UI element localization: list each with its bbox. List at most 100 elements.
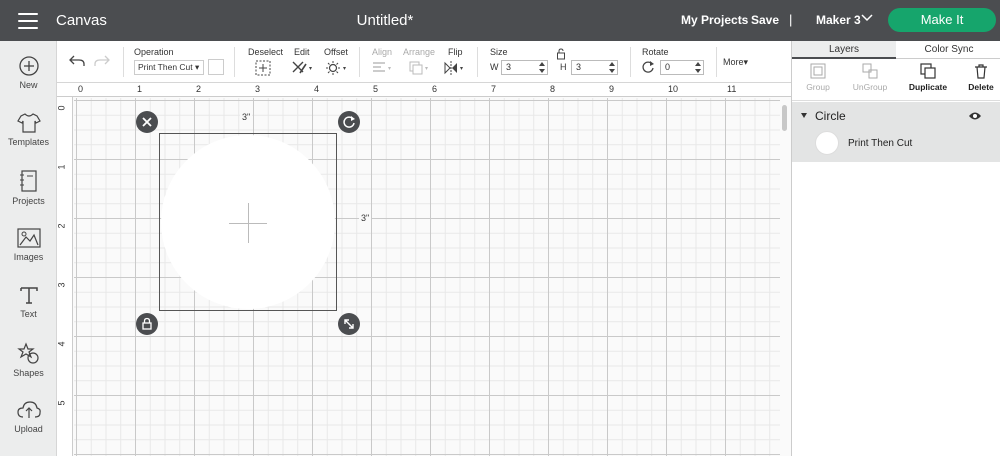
rotate-value: 0 xyxy=(665,62,671,72)
document-title[interactable]: Untitled* xyxy=(330,12,440,29)
toolbar-divider xyxy=(234,47,235,77)
ruler-y-tick: 3 xyxy=(57,282,67,288)
ungroup-button[interactable]: UnGroup xyxy=(844,63,896,92)
offset-icon[interactable] xyxy=(325,60,349,76)
top-separator: | xyxy=(789,12,793,27)
size-label: Size xyxy=(490,47,508,57)
lock-open-icon[interactable] xyxy=(556,48,566,60)
align-label: Align xyxy=(372,47,393,57)
duplicate-button[interactable]: Duplicate xyxy=(902,63,954,92)
sidebar-item-new[interactable]: New xyxy=(0,55,57,110)
sidebar-item-label: Text xyxy=(20,309,37,319)
toolbar-divider xyxy=(123,47,124,77)
group-label: Group xyxy=(806,82,830,92)
redo-icon[interactable] xyxy=(94,54,110,68)
sidebar-item-projects[interactable]: Projects xyxy=(0,169,57,224)
image-icon xyxy=(16,228,41,248)
flip-icon[interactable] xyxy=(443,60,467,76)
hamburger-menu-icon[interactable] xyxy=(18,13,38,29)
app-title: Canvas xyxy=(56,12,107,29)
ruler-x-tick: 10 xyxy=(668,84,679,94)
layer-name: Circle xyxy=(815,109,846,123)
ruler-x-tick: 8 xyxy=(550,84,556,94)
delete-handle[interactable] xyxy=(136,111,158,133)
width-label: W xyxy=(490,62,499,72)
make-it-button[interactable]: Make It xyxy=(888,8,996,32)
ruler-x-tick: 5 xyxy=(373,84,379,94)
lock-handle[interactable] xyxy=(136,313,158,335)
rotate-handle[interactable] xyxy=(338,111,360,133)
notebook-icon xyxy=(19,170,37,192)
sidebar-item-images[interactable]: Images xyxy=(0,227,57,282)
toolbar-divider xyxy=(359,47,360,77)
ruler-y-tick: 4 xyxy=(57,341,67,347)
arrange-icon[interactable] xyxy=(408,60,432,76)
layer-item[interactable]: Print Then Cut xyxy=(792,126,1000,162)
close-icon xyxy=(142,117,152,127)
operation-select[interactable]: Print Then Cut ▾ xyxy=(134,60,204,75)
rotate-icon[interactable] xyxy=(641,60,655,74)
sidebar-item-label: Projects xyxy=(12,196,45,206)
height-dimension-label: 3" xyxy=(359,213,372,223)
rotate-label: Rotate xyxy=(642,47,669,57)
resize-handle[interactable] xyxy=(338,313,360,335)
tab-color-sync[interactable]: Color Sync xyxy=(897,41,1000,59)
deselect-icon[interactable] xyxy=(255,60,271,76)
rotate-input[interactable]: 0 xyxy=(660,60,704,75)
sidebar-item-shapes[interactable]: Shapes xyxy=(0,341,57,396)
eye-icon[interactable] xyxy=(968,111,982,121)
ruler-x-tick: 2 xyxy=(196,84,202,94)
delete-label: Delete xyxy=(968,82,994,92)
undo-icon[interactable] xyxy=(69,54,85,68)
chevron-down-icon[interactable] xyxy=(861,13,873,23)
more-label: More xyxy=(723,57,744,67)
vertical-scrollbar[interactable] xyxy=(782,105,787,131)
caret-down-icon[interactable] xyxy=(801,113,807,118)
ruler-y-tick: 2 xyxy=(57,223,67,229)
duplicate-icon xyxy=(920,63,936,79)
sidebar-item-text[interactable]: Text xyxy=(0,284,57,339)
stepper-icon[interactable] xyxy=(609,62,615,73)
text-icon xyxy=(19,287,38,304)
edit-scissors-icon[interactable] xyxy=(291,60,315,76)
ungroup-icon xyxy=(862,63,878,79)
width-value: 3 xyxy=(506,62,512,72)
sidebar-item-templates[interactable]: Templates xyxy=(0,112,57,167)
height-input[interactable]: 3 xyxy=(571,60,618,75)
group-button[interactable]: Group xyxy=(792,63,844,92)
vertical-ruler: 0 1 2 3 4 5 xyxy=(57,97,73,456)
save-link[interactable]: Save xyxy=(751,13,779,27)
stepper-icon[interactable] xyxy=(539,62,545,73)
stepper-icon[interactable] xyxy=(695,62,701,73)
color-swatch[interactable] xyxy=(208,59,224,75)
align-icon[interactable] xyxy=(371,60,395,76)
deselect-label: Deselect xyxy=(248,47,284,57)
offset-label: Offset xyxy=(324,47,348,57)
shapes-icon xyxy=(16,342,39,364)
ruler-x-tick: 7 xyxy=(491,84,497,94)
arrange-label: Arrange xyxy=(403,47,436,57)
machine-selector[interactable]: Maker 3 xyxy=(816,13,861,27)
delete-button[interactable]: Delete xyxy=(955,63,1000,92)
layer-group-circle[interactable]: Circle Print Then Cut xyxy=(792,102,1000,162)
ruler-y-tick: 5 xyxy=(57,400,67,406)
dropdown-triangle-icon: ▾ xyxy=(195,62,200,72)
width-input[interactable]: 3 xyxy=(501,60,548,75)
rotate-icon xyxy=(343,116,355,128)
height-value: 3 xyxy=(576,62,582,72)
height-label: H xyxy=(560,62,567,72)
edit-label: Edit xyxy=(294,47,310,57)
dropdown-triangle-icon: ▾ xyxy=(743,57,749,67)
lock-icon xyxy=(142,317,152,330)
my-projects-link[interactable]: My Projects xyxy=(681,13,748,27)
tab-layers[interactable]: Layers xyxy=(792,41,896,59)
sidebar-item-label: Templates xyxy=(7,137,50,147)
sidebar-item-upload[interactable]: Upload xyxy=(0,399,57,454)
toolbar-divider xyxy=(630,47,631,77)
ruler-x-tick: 6 xyxy=(432,84,438,94)
more-button[interactable]: More▾ xyxy=(723,57,748,68)
design-canvas[interactable]: 0 1 2 3 4 5 6 7 8 9 10 11 0 1 2 3 4 5 3"… xyxy=(57,83,791,456)
ruler-x-tick: 4 xyxy=(314,84,320,94)
tshirt-icon xyxy=(16,113,41,133)
ruler-y-tick: 1 xyxy=(57,164,67,170)
